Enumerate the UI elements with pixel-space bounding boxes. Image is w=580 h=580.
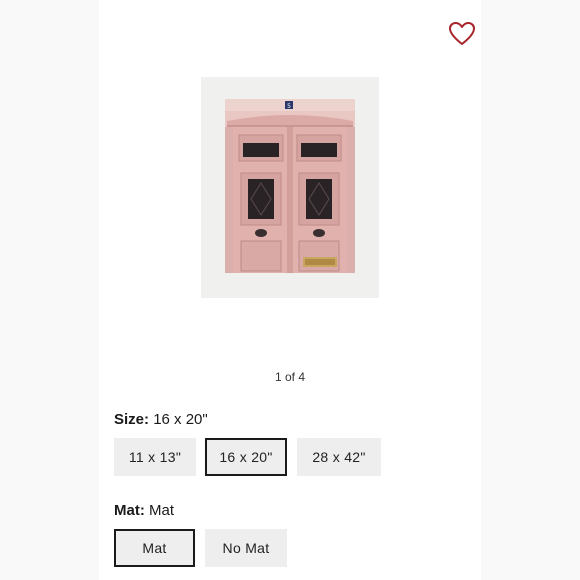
favorite-heart-icon[interactable] xyxy=(448,20,476,48)
pink-doors-image: 5 xyxy=(225,99,355,273)
size-label: Size: xyxy=(114,411,150,428)
size-option-28x42[interactable]: 28 x 42" xyxy=(297,438,381,476)
size-option-16x20[interactable]: 16 x 20" xyxy=(205,438,287,476)
size-option-heading: Size: 16 x 20" xyxy=(114,411,208,428)
mat-option-mat[interactable]: Mat xyxy=(114,529,195,567)
mat-selected-value: Mat xyxy=(149,502,175,519)
mat-label: Mat: xyxy=(114,502,145,519)
image-pager: 1 of 4 xyxy=(274,370,306,384)
product-image-mat[interactable]: 5 xyxy=(201,77,379,298)
door-number: 5 xyxy=(287,103,291,110)
mat-option-no-mat[interactable]: No Mat xyxy=(205,529,287,567)
size-selected-value: 16 x 20" xyxy=(153,411,208,428)
product-photo[interactable]: 5 xyxy=(225,99,355,273)
mat-option-heading: Mat: Mat xyxy=(114,502,174,519)
size-option-11x13[interactable]: 11 x 13" xyxy=(114,438,196,476)
